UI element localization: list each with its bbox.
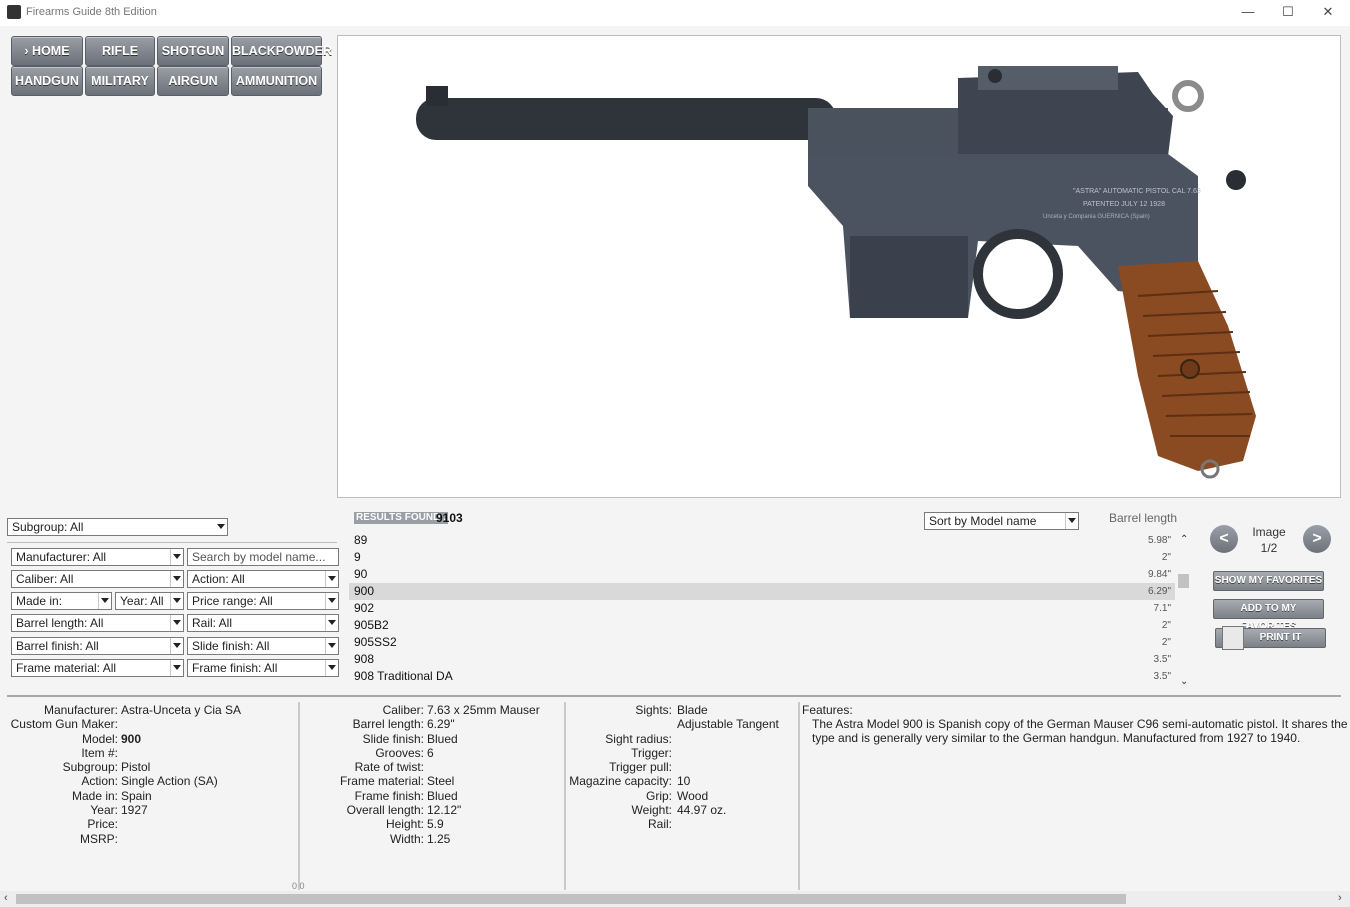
- engraving-line-3: Unceta y Compania GUERNICA (Spain): [1043, 214, 1150, 220]
- search-input[interactable]: Search by model name...: [187, 548, 339, 566]
- details-col1-values: Astra-Unceta y Cia SA 900 Pistol Single …: [121, 703, 242, 818]
- nav-military[interactable]: MILITARY: [85, 66, 155, 96]
- results-count: 9103: [436, 511, 463, 525]
- details-counter: 0 0: [292, 881, 305, 891]
- nav-airgun[interactable]: AIRGUN: [157, 66, 229, 96]
- chevron-down-icon: [173, 620, 181, 625]
- details-col3-values: Blade Adjustable Tangent 10 Wood 44.97 o…: [677, 703, 779, 818]
- scroll-right-icon[interactable]: ›: [1338, 892, 1342, 904]
- chevron-down-icon: [328, 576, 336, 581]
- features-text-line-1: The Astra Model 900 is Spanish copy of t…: [812, 717, 1348, 731]
- printer-icon: [1222, 626, 1244, 650]
- made-in-select[interactable]: Made in:: [11, 592, 112, 610]
- chevron-down-icon: [173, 554, 181, 559]
- list-scrollbar[interactable]: ⌃ ⌄: [1177, 532, 1191, 690]
- details-col3-labels: Sights: Sight radius: Trigger: Trigger p…: [569, 703, 672, 832]
- details-col1-labels: Manufacturer: Custom Gun Maker: Model: I…: [10, 703, 118, 846]
- column-divider: [564, 702, 566, 890]
- firearm-image: "ASTRA" AUTOMATIC PISTOL CAL 7.63 PATENT…: [416, 66, 1256, 479]
- app-icon: [7, 5, 21, 19]
- list-item-selected[interactable]: 900 6.29": [349, 583, 1175, 600]
- close-button[interactable]: ✕: [1313, 3, 1343, 23]
- chevron-down-icon: [1068, 518, 1076, 523]
- column-divider: [798, 702, 800, 890]
- column-divider: [298, 702, 300, 890]
- print-label: PRINT IT: [1259, 632, 1302, 643]
- features-label: Features:: [802, 703, 853, 717]
- divider: [7, 542, 337, 543]
- scroll-down-icon[interactable]: ⌄: [1180, 676, 1188, 687]
- caliber-select[interactable]: Caliber: All: [11, 570, 184, 588]
- year-select[interactable]: Year: All: [115, 592, 184, 610]
- chevron-down-icon: [328, 598, 336, 603]
- chevron-down-icon: [173, 665, 181, 670]
- scroll-up-icon[interactable]: ⌃: [1180, 534, 1188, 545]
- nav-blackpowder[interactable]: BLACKPOWDER: [231, 36, 332, 66]
- divider: [7, 695, 1341, 697]
- sort-select[interactable]: Sort by Model name: [924, 512, 1079, 530]
- nav-ammunition[interactable]: AMMUNITION: [231, 66, 322, 96]
- title-bar: Firearms Guide 8th Edition — ☐ ✕: [0, 0, 1350, 26]
- list-item[interactable]: 90 9.84": [349, 566, 1175, 583]
- frame-finish-select[interactable]: Frame finish: All: [187, 659, 339, 677]
- slide-finish-select[interactable]: Slide finish: All: [187, 637, 339, 655]
- subgroup-select[interactable]: Subgroup: All: [7, 518, 228, 536]
- engraving-line-1: "ASTRA" AUTOMATIC PISTOL CAL 7.63: [1073, 188, 1201, 195]
- chevron-down-icon: [328, 665, 336, 670]
- barrel-length-column-header: Barrel length: [1109, 511, 1178, 525]
- chevron-down-icon: [328, 643, 336, 648]
- scrollbar-thumb[interactable]: [1178, 574, 1189, 588]
- chevron-down-icon: [328, 620, 336, 625]
- barrel-length-select[interactable]: Barrel length: All: [11, 614, 184, 632]
- chevron-down-icon: [173, 598, 181, 603]
- next-image-button[interactable]: >: [1303, 525, 1331, 553]
- nav-rifle[interactable]: RIFLE: [85, 36, 155, 66]
- add-favorites-button[interactable]: ADD TO MY FAVORITES: [1213, 599, 1324, 632]
- print-button[interactable]: PRINT IT: [1215, 626, 1326, 650]
- image-label: Image: [1252, 525, 1286, 539]
- details-col2-values: 7.63 x 25mm Mauser 6.29" Blued 6 Steel B…: [427, 703, 540, 846]
- action-select[interactable]: Action: All: [187, 570, 339, 588]
- nav-home[interactable]: › HOME: [11, 36, 83, 66]
- rail-select[interactable]: Rail: All: [187, 614, 339, 632]
- list-item[interactable]: 905SS2 2": [349, 634, 1175, 651]
- engraving-line-2: PATENTED JULY 12 1928: [1083, 201, 1165, 208]
- horizontal-scrollbar[interactable]: ‹ ›: [0, 891, 1350, 907]
- list-item[interactable]: 89 5.98": [349, 532, 1175, 549]
- features-text-line-2: type and is generally very similar to th…: [812, 731, 1301, 745]
- maximize-button[interactable]: ☐: [1273, 3, 1303, 23]
- chevron-down-icon: [217, 524, 225, 529]
- image-counter: 1/2: [1260, 541, 1278, 555]
- list-item[interactable]: 902 7.1": [349, 600, 1175, 617]
- show-favorites-button[interactable]: SHOW MY FAVORITES: [1213, 571, 1324, 591]
- results-found-label: RESULTS FOUND :: [354, 512, 449, 524]
- chevron-down-icon: [173, 576, 181, 581]
- list-item[interactable]: 908 Traditional DA 3.5": [349, 668, 1175, 685]
- window-title: Firearms Guide 8th Edition: [26, 6, 157, 18]
- nav-handgun[interactable]: HANDGUN: [11, 66, 83, 96]
- chevron-down-icon: [173, 643, 181, 648]
- minimize-button[interactable]: —: [1233, 3, 1263, 23]
- chevron-down-icon: [101, 598, 109, 603]
- list-item[interactable]: 9 2": [349, 549, 1175, 566]
- nav-shotgun[interactable]: SHOTGUN: [157, 36, 229, 66]
- price-range-select[interactable]: Price range: All: [187, 592, 339, 610]
- details-col2-labels: Caliber: Barrel length: Slide finish: Gr…: [339, 703, 424, 846]
- scroll-left-icon[interactable]: ‹: [4, 892, 8, 904]
- prev-image-button[interactable]: <: [1210, 525, 1238, 553]
- scrollbar-thumb[interactable]: [16, 894, 1126, 904]
- barrel-finish-select[interactable]: Barrel finish: All: [11, 637, 184, 655]
- manufacturer-select[interactable]: Manufacturer: All: [11, 548, 184, 566]
- list-item[interactable]: 905B2 2": [349, 617, 1175, 634]
- frame-material-select[interactable]: Frame material: All: [11, 659, 184, 677]
- firearm-image-frame: "ASTRA" AUTOMATIC PISTOL CAL 7.63 PATENT…: [337, 35, 1341, 498]
- list-item[interactable]: 908 3.5": [349, 651, 1175, 668]
